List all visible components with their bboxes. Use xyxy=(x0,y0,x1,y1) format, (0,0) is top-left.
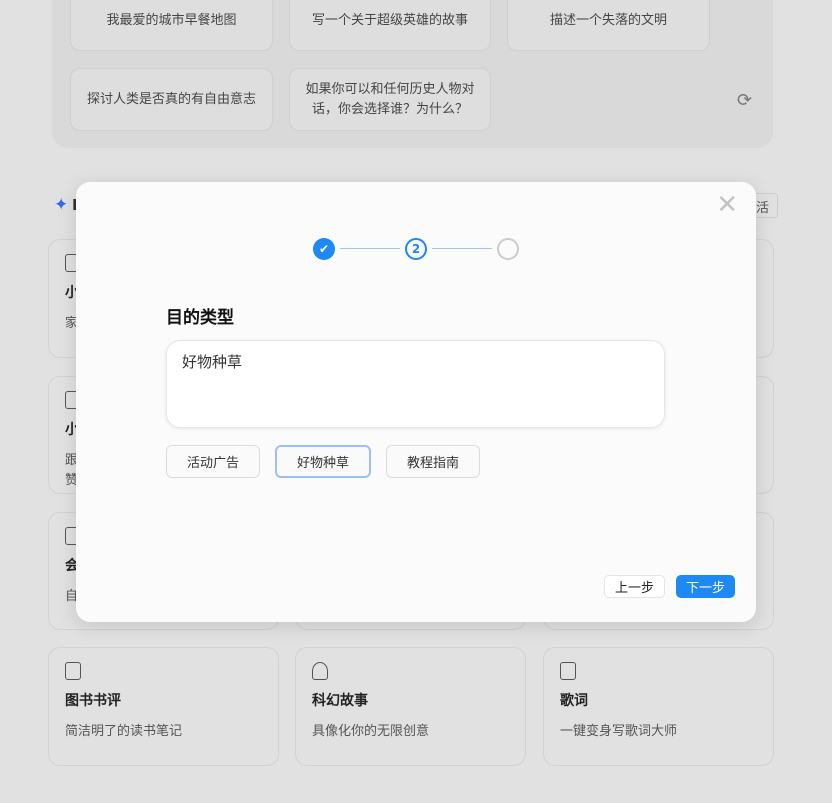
step-2-active: 2 xyxy=(405,238,427,260)
purpose-type-input[interactable]: 好物种草 xyxy=(166,340,665,428)
card-title: 科幻故事 xyxy=(312,690,509,710)
option-activity-ad[interactable]: 活动广告 xyxy=(166,445,260,478)
lyrics-icon xyxy=(560,662,576,680)
option-product-recommend[interactable]: 好物种草 xyxy=(275,445,371,478)
wizard-modal: ✕ ✔ 2 目的类型 好物种草 活动广告 好物种草 教程指南 上一步 下一步 xyxy=(76,182,756,622)
book-icon xyxy=(65,662,81,680)
sparkle-icon: ✦ xyxy=(54,195,68,215)
card-title: 图书书评 xyxy=(65,690,262,710)
template-card-scifi[interactable]: 科幻故事具像化你的无限创意 xyxy=(295,647,526,766)
template-card-lyrics[interactable]: 歌词一键变身写歌词大师 xyxy=(543,647,774,766)
close-icon[interactable]: ✕ xyxy=(716,190,738,220)
refresh-icon[interactable]: ⟳ xyxy=(737,90,752,111)
prompt-chip[interactable]: 如果你可以和任何历史人物对话，你会选择谁？为什么？ xyxy=(289,68,491,131)
field-heading: 目的类型 xyxy=(166,303,234,328)
ufo-icon xyxy=(312,662,328,680)
card-desc: 简洁明了的读书笔记 xyxy=(65,722,262,742)
card-desc: 具像化你的无限创意 xyxy=(312,722,509,742)
prompt-chip[interactable]: 探讨人类是否真的有自由意志 xyxy=(70,68,273,131)
prompt-chip[interactable]: 写一个关于超级英雄的故事 xyxy=(289,0,491,51)
prompt-chip[interactable]: 描述一个失落的文明 xyxy=(507,0,710,51)
prompt-chip[interactable]: 我最爱的城市早餐地图 xyxy=(70,0,273,51)
step-connector xyxy=(432,248,492,249)
step-3-pending xyxy=(497,238,519,260)
next-step-button[interactable]: 下一步 xyxy=(676,575,735,598)
template-card-book-review[interactable]: 图书书评简洁明了的读书笔记 xyxy=(48,647,279,766)
step-1-done-check-icon: ✔ xyxy=(313,238,335,260)
card-desc: 一键变身写歌词大师 xyxy=(560,722,757,742)
prev-step-button[interactable]: 上一步 xyxy=(604,575,665,598)
step-connector xyxy=(340,248,400,249)
card-title: 歌词 xyxy=(560,690,757,710)
option-tutorial[interactable]: 教程指南 xyxy=(386,445,480,478)
